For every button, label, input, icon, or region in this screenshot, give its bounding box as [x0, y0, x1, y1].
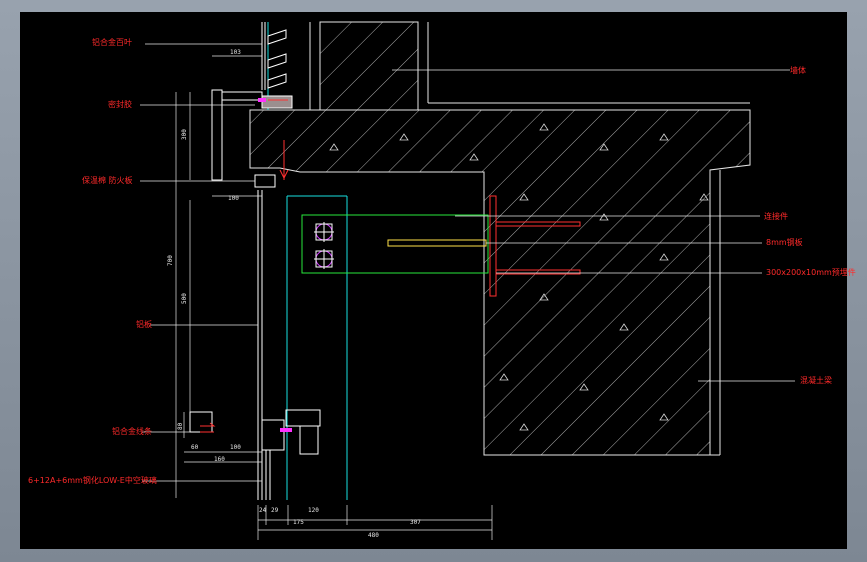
label-sealant: 密封胶 [108, 99, 132, 109]
label-steel-plate: 8mm钢板 [766, 237, 803, 247]
label-insulation: 保温棉 防火板 [82, 175, 133, 185]
label-aluminum-line: 铝合金线条 [112, 426, 152, 436]
dim-307: 307 [410, 519, 421, 526]
label-aluminum-panel: 铝板 [136, 319, 152, 329]
concrete-beam [249, 109, 751, 456]
facade-profiles [189, 22, 321, 500]
dim-120: 120 [308, 507, 319, 514]
wall-hatch [309, 21, 750, 111]
dim-103: 103 [230, 49, 241, 56]
dim-80: 80 [177, 422, 184, 430]
label-louver: 铝合金百叶 [92, 37, 132, 47]
cad-drawing: 铝合金百叶 密封胶 保温棉 防火板 铝板 铝合金线条 6+12A+6mm钢化LO… [28, 21, 856, 540]
label-concrete: 混凝土梁 [800, 375, 832, 385]
dim-160: 160 [214, 456, 225, 463]
dim-100-bottom: 100 [230, 444, 241, 451]
dim-60: 60 [191, 444, 199, 451]
dim-24: 24 [259, 507, 267, 514]
label-embedded-plate: 300x200x10mm预埋件 [766, 267, 856, 277]
label-connector: 连接件 [764, 211, 788, 221]
dim-29: 29 [271, 507, 279, 514]
label-wall: 墙体 [790, 65, 806, 75]
dim-500: 500 [181, 293, 188, 304]
dim-100-top: 100 [228, 195, 239, 202]
dim-175: 175 [293, 519, 304, 526]
dim-300: 300 [181, 129, 188, 140]
label-glass: 6+12A+6mm钢化LOW-E中空玻璃 [28, 475, 157, 485]
dim-700: 700 [167, 255, 174, 266]
dim-480: 480 [368, 532, 379, 539]
connector-plate [301, 214, 489, 274]
